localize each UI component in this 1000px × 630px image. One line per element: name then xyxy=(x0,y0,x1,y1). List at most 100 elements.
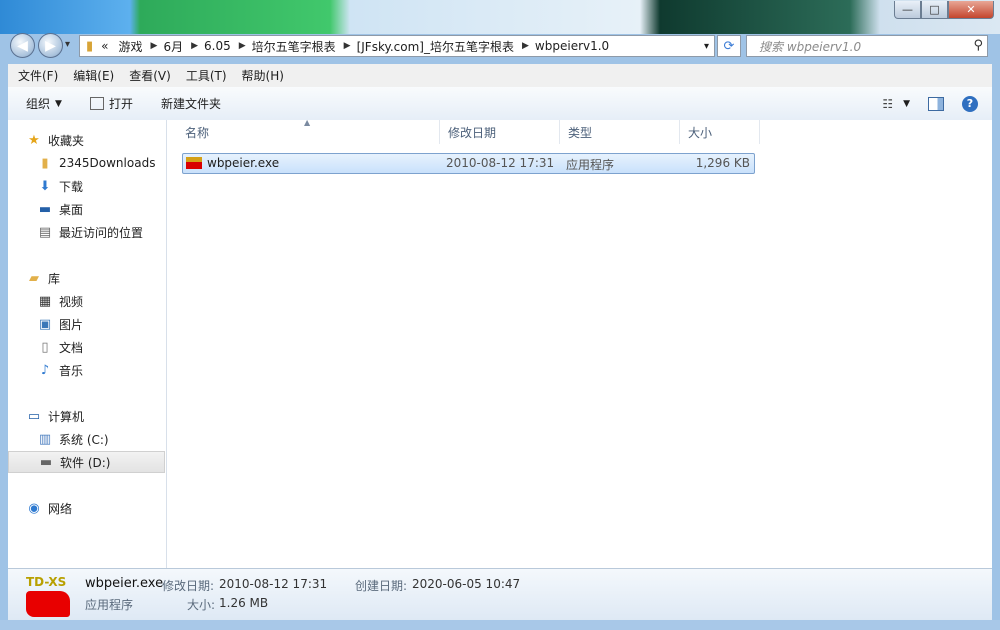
navigation-pane: ★ 收藏夹 ▮ 2345Downloads ⬇ 下载 ▬ 桌面 ▤ 最近访问的位置 ▰ 库 … xyxy=(8,120,167,568)
detail-modified-value: 2010-08-12 17:31 xyxy=(219,577,328,591)
forward-arrow-icon: ▶ xyxy=(45,37,56,54)
search-placeholder: 搜索 wbpeierv1.0 xyxy=(759,39,862,54)
file-thumbnail: TD-XS xyxy=(24,575,72,619)
detail-size-label: 大小: xyxy=(187,598,216,612)
details-pane: TD-XS wbpeier.exe 修改日期: 2010-08-12 17:31… xyxy=(8,568,992,623)
chevron-right-icon[interactable]: ▶ xyxy=(520,41,531,51)
breadcrumb-item[interactable]: 培尔五笔字根表 xyxy=(248,38,342,55)
detail-size-value: 1.26 MB xyxy=(219,596,269,610)
star-icon: ★ xyxy=(28,132,40,148)
nav-libraries[interactable]: ▰ 库 xyxy=(26,267,182,289)
column-header-modified[interactable]: 修改日期 xyxy=(440,120,560,144)
open-button[interactable]: 打开 xyxy=(72,95,143,112)
column-header-type[interactable]: 类型 xyxy=(560,120,680,144)
chevron-right-icon[interactable]: ▶ xyxy=(342,41,353,51)
preview-pane-button[interactable] xyxy=(928,96,944,111)
forward-button[interactable]: ▶ xyxy=(38,33,63,58)
recent-places-icon: ▤ xyxy=(38,224,52,240)
breadcrumb-item[interactable]: 游戏 xyxy=(115,38,149,55)
address-row: ◀ ▶ ▾ ▮ « 游戏 ▶ 6月 ▶ 6.05 ▶ 培尔五笔字根表 ▶ [JFsky.… xyxy=(0,30,1000,64)
nav-label: 文档 xyxy=(59,340,84,355)
nav-label: 库 xyxy=(48,271,61,286)
breadcrumb-item[interactable]: wbpeierv1.0 xyxy=(531,39,615,53)
window-controls: — □ ✕ xyxy=(894,1,994,21)
breadcrumb-item[interactable]: 6月 xyxy=(159,38,189,55)
nav-label: 收藏夹 xyxy=(48,133,85,148)
refresh-icon: ⟳ xyxy=(723,38,735,54)
back-button[interactable]: ◀ xyxy=(10,33,35,58)
nav-label: 最近访问的位置 xyxy=(59,225,144,240)
organize-button[interactable]: 组织 ▼ xyxy=(8,95,72,112)
file-list: ▲ 名称 修改日期 类型 大小 wbpeier.exe 2010-08-12 1… xyxy=(167,118,992,568)
desktop-icon: ▬ xyxy=(38,201,52,217)
thumbnail-caption: TD-XS xyxy=(26,575,67,589)
address-dropdown-icon[interactable]: ▾ xyxy=(704,41,709,52)
download-folder-icon: ⬇ xyxy=(39,178,51,194)
chevron-down-icon: ▼ xyxy=(55,98,62,109)
menu-bar: 文件(F) 编辑(E) 查看(V) 工具(T) 帮助(H) xyxy=(8,64,992,87)
nav-network[interactable]: ◉ 网络 xyxy=(26,497,182,519)
file-name: wbpeier.exe xyxy=(207,156,280,170)
recent-pages-dropdown[interactable]: ▾ xyxy=(65,39,70,50)
minimize-button[interactable]: — xyxy=(894,1,921,19)
title-bar[interactable] xyxy=(0,0,1000,34)
chevron-right-icon[interactable]: ▶ xyxy=(189,41,200,51)
file-type: 应用程序 xyxy=(566,158,615,172)
refresh-button[interactable]: ⟳ xyxy=(717,35,741,57)
menu-edit[interactable]: 编辑(E) xyxy=(63,67,119,84)
drive-icon: ▬ xyxy=(39,454,53,470)
music-icon: ♪ xyxy=(40,362,50,378)
breadcrumb-item[interactable]: 6.05 xyxy=(200,39,237,53)
maximize-button[interactable]: □ xyxy=(921,1,948,19)
detail-created-label: 创建日期: xyxy=(355,579,408,593)
system-drive-icon: ▥ xyxy=(38,431,52,447)
nav-label: 软件 (D:) xyxy=(60,455,111,470)
computer-icon: ▭ xyxy=(27,408,41,424)
help-button[interactable]: ? xyxy=(962,95,978,112)
nav-label: 音乐 xyxy=(59,363,84,378)
search-icon[interactable]: ⚲ xyxy=(973,38,983,53)
table-row[interactable]: wbpeier.exe 2010-08-12 17:31 应用程序 1,296 … xyxy=(182,153,755,174)
nav-label: 系统 (C:) xyxy=(59,432,109,447)
menu-view[interactable]: 查看(V) xyxy=(119,67,176,84)
search-input[interactable]: 搜索 wbpeierv1.0 ⚲ xyxy=(746,35,988,57)
detail-type: 应用程序 xyxy=(85,598,134,612)
breadcrumb-overflow[interactable]: « xyxy=(97,39,114,53)
nav-label: 图片 xyxy=(59,317,84,332)
view-options-button[interactable]: ☷ ▼ xyxy=(882,97,910,111)
organize-label: 组织 xyxy=(26,97,51,111)
nav-favorites[interactable]: ★ 收藏夹 xyxy=(26,129,182,151)
command-bar: 组织 ▼ 打开 新建文件夹 ☷ ▼ ? xyxy=(8,87,992,121)
new-folder-button[interactable]: 新建文件夹 xyxy=(143,95,231,112)
file-size: 1,296 KB xyxy=(695,156,750,170)
nav-label: 2345Downloads xyxy=(59,156,156,170)
close-button[interactable]: ✕ xyxy=(948,1,994,19)
menu-help[interactable]: 帮助(H) xyxy=(232,67,289,84)
detail-file-name: wbpeier.exe xyxy=(85,576,164,591)
menu-tools[interactable]: 工具(T) xyxy=(176,67,232,84)
nav-label: 桌面 xyxy=(59,202,84,217)
folder-icon: ▮ xyxy=(41,155,49,171)
app-icon xyxy=(26,591,70,617)
column-header-name[interactable]: 名称 xyxy=(177,120,440,144)
nav-label: 视频 xyxy=(59,294,84,309)
column-header-size[interactable]: 大小 xyxy=(680,120,760,144)
nav-label: 网络 xyxy=(48,501,73,516)
chevron-right-icon[interactable]: ▶ xyxy=(237,41,248,51)
open-icon xyxy=(89,97,104,110)
breadcrumb-item[interactable]: [JFsky.com]_培尔五笔字根表 xyxy=(353,38,520,55)
open-label: 打开 xyxy=(108,97,133,111)
file-modified: 2010-08-12 17:31 xyxy=(446,156,555,170)
address-bar[interactable]: ▮ « 游戏 ▶ 6月 ▶ 6.05 ▶ 培尔五笔字根表 ▶ [JFsky.com]_培… xyxy=(79,35,715,57)
menu-file[interactable]: 文件(F) xyxy=(8,67,63,84)
network-icon: ◉ xyxy=(28,500,40,516)
back-arrow-icon: ◀ xyxy=(17,37,28,54)
nav-label: 计算机 xyxy=(48,409,85,424)
detail-modified-label: 修改日期: xyxy=(162,579,215,593)
nav-label: 下载 xyxy=(59,179,84,194)
chevron-down-icon: ▼ xyxy=(903,98,910,109)
chevron-right-icon[interactable]: ▶ xyxy=(149,41,160,51)
nav-item-drive-d[interactable]: ▬ 软件 (D:) xyxy=(8,451,165,473)
nav-computer[interactable]: ▭ 计算机 xyxy=(26,405,182,427)
view-list-icon: ☷ xyxy=(882,96,894,111)
